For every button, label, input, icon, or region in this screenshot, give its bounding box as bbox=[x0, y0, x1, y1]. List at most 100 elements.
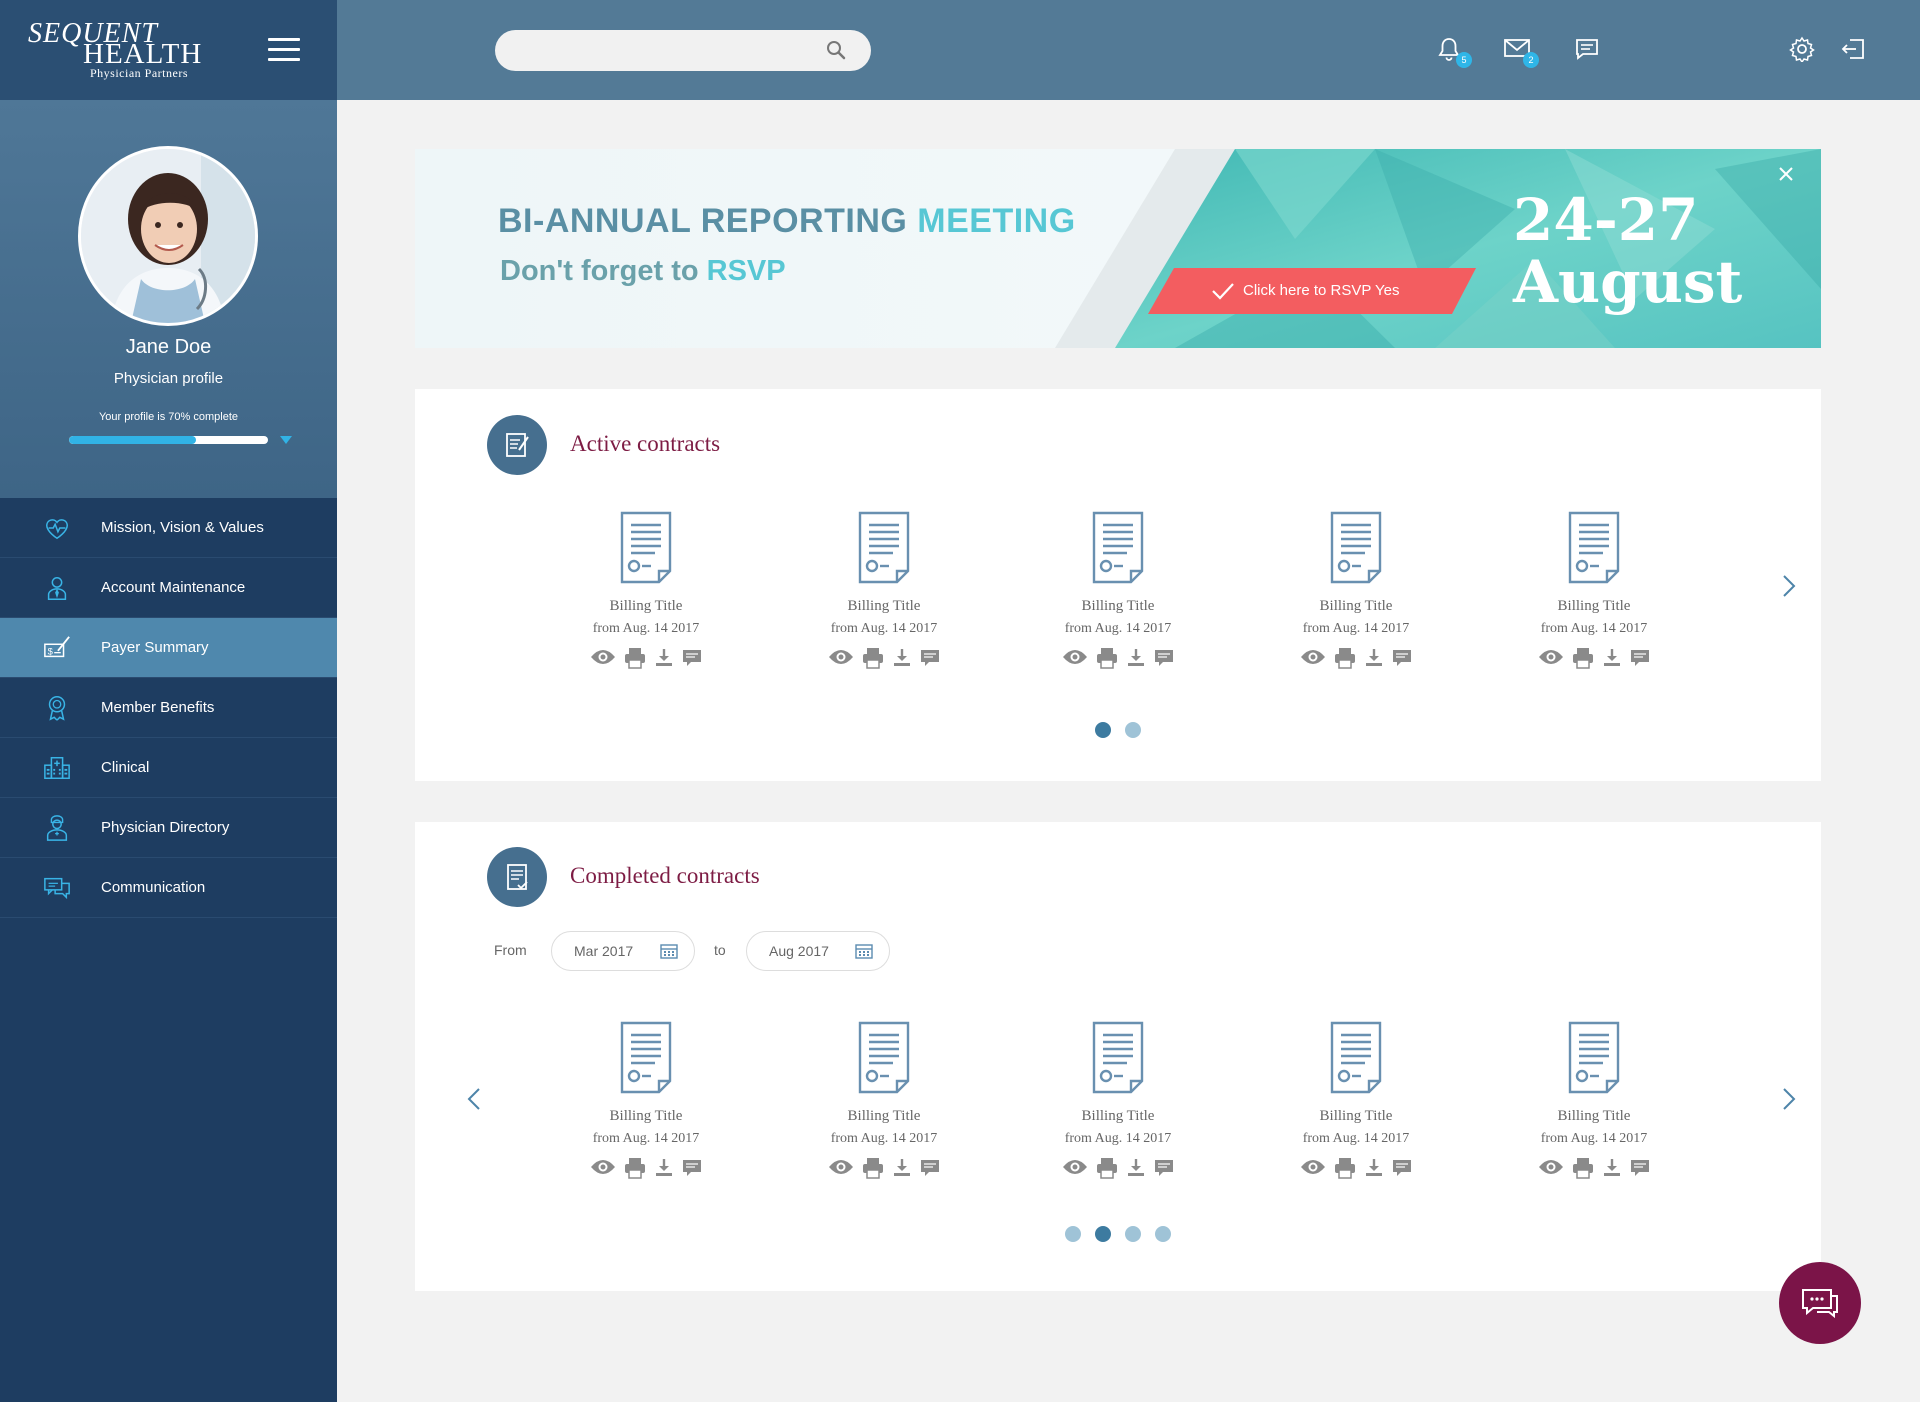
comment-icon[interactable] bbox=[1391, 647, 1413, 671]
print-icon[interactable] bbox=[1333, 1157, 1357, 1181]
logout-button[interactable] bbox=[1840, 36, 1870, 64]
contract-item[interactable]: Billing Title from Aug. 14 2017 bbox=[1296, 1020, 1416, 1181]
rsvp-button[interactable]: Click here to RSVP Yes bbox=[1148, 268, 1476, 314]
download-icon[interactable] bbox=[891, 647, 913, 671]
from-date-picker[interactable]: Mar 2017 bbox=[551, 931, 695, 971]
settings-button[interactable] bbox=[1789, 36, 1819, 64]
contract-actions bbox=[1058, 1157, 1178, 1181]
search-icon[interactable] bbox=[825, 39, 847, 61]
print-icon[interactable] bbox=[861, 1157, 885, 1181]
document-icon bbox=[620, 1021, 672, 1094]
download-icon[interactable] bbox=[1363, 1157, 1385, 1181]
print-icon[interactable] bbox=[1095, 1157, 1119, 1181]
document-icon bbox=[620, 511, 672, 584]
comment-icon bbox=[1576, 39, 1598, 60]
download-icon[interactable] bbox=[653, 1157, 675, 1181]
contract-item[interactable]: Billing Title from Aug. 14 2017 bbox=[1296, 510, 1416, 671]
print-icon[interactable] bbox=[623, 647, 647, 671]
view-icon[interactable] bbox=[1537, 1157, 1565, 1181]
print-icon[interactable] bbox=[1571, 1157, 1595, 1181]
download-icon[interactable] bbox=[1125, 1157, 1147, 1181]
menu-toggle-button[interactable] bbox=[268, 38, 300, 62]
to-date-picker[interactable]: Aug 2017 bbox=[746, 931, 890, 971]
from-date-value: Mar 2017 bbox=[574, 943, 634, 959]
notifications-button[interactable]: 5 bbox=[1436, 36, 1472, 68]
chat-bubbles-icon bbox=[44, 877, 70, 900]
search-input[interactable] bbox=[495, 30, 805, 71]
pagination-dot[interactable] bbox=[1125, 722, 1141, 738]
logo[interactable]: SEQUENT HEALTH Physician Partners bbox=[28, 18, 213, 80]
messages-button[interactable]: 2 bbox=[1503, 36, 1539, 68]
view-icon[interactable] bbox=[1537, 647, 1565, 671]
view-icon[interactable] bbox=[827, 647, 855, 671]
contract-item[interactable]: Billing Title from Aug. 14 2017 bbox=[1058, 510, 1178, 671]
contract-item[interactable]: Billing Title from Aug. 14 2017 bbox=[1058, 1020, 1178, 1181]
pagination-dot[interactable] bbox=[1125, 1226, 1141, 1242]
banner-title-highlight: MEETING bbox=[917, 202, 1076, 240]
contract-item[interactable]: Billing Title from Aug. 14 2017 bbox=[586, 1020, 706, 1181]
contract-item[interactable]: Billing Title from Aug. 14 2017 bbox=[1534, 510, 1654, 671]
view-icon[interactable] bbox=[827, 1157, 855, 1181]
document-icon bbox=[1092, 511, 1144, 584]
contract-date: from Aug. 14 2017 bbox=[1064, 1131, 1172, 1146]
sidebar-item-payer-summary[interactable]: $ Payer Summary bbox=[0, 618, 337, 678]
comment-icon[interactable] bbox=[1153, 1157, 1175, 1181]
chevron-left-icon[interactable] bbox=[464, 1084, 484, 1114]
view-icon[interactable] bbox=[1299, 1157, 1327, 1181]
download-icon[interactable] bbox=[653, 647, 675, 671]
comment-icon[interactable] bbox=[681, 1157, 703, 1181]
comment-icon[interactable] bbox=[919, 1157, 941, 1181]
view-icon[interactable] bbox=[589, 647, 617, 671]
chevron-right-icon[interactable] bbox=[1779, 571, 1799, 601]
print-icon[interactable] bbox=[623, 1157, 647, 1181]
comment-icon[interactable] bbox=[1153, 647, 1175, 671]
comment-icon[interactable] bbox=[1391, 1157, 1413, 1181]
contract-item[interactable]: Billing Title from Aug. 14 2017 bbox=[586, 510, 706, 671]
active-contracts-icon bbox=[487, 415, 547, 475]
avatar[interactable] bbox=[78, 146, 258, 326]
sidebar-item-member-benefits[interactable]: Member Benefits bbox=[0, 678, 337, 738]
download-icon[interactable] bbox=[1125, 647, 1147, 671]
comment-icon[interactable] bbox=[681, 647, 703, 671]
banner-subtitle-highlight: RSVP bbox=[706, 255, 786, 287]
document-icon bbox=[1092, 1021, 1144, 1094]
sidebar-item-clinical[interactable]: Clinical bbox=[0, 738, 337, 798]
download-icon[interactable] bbox=[1601, 647, 1623, 671]
profile-progress-fill bbox=[69, 436, 197, 444]
contract-item[interactable]: Billing Title from Aug. 14 2017 bbox=[1534, 1020, 1654, 1181]
comment-icon[interactable] bbox=[1629, 647, 1651, 671]
contract-date: from Aug. 14 2017 bbox=[1540, 621, 1648, 636]
profile-dropdown-caret[interactable] bbox=[280, 436, 292, 444]
download-icon[interactable] bbox=[1363, 647, 1385, 671]
view-icon[interactable] bbox=[1061, 1157, 1089, 1181]
comment-icon[interactable] bbox=[919, 647, 941, 671]
download-icon[interactable] bbox=[1601, 1157, 1623, 1181]
pagination-dot[interactable] bbox=[1095, 722, 1111, 738]
completed-contracts-pagination bbox=[415, 1226, 1821, 1242]
view-icon[interactable] bbox=[589, 1157, 617, 1181]
pagination-dot[interactable] bbox=[1065, 1226, 1081, 1242]
chat-fab-button[interactable] bbox=[1779, 1262, 1861, 1344]
pagination-dot[interactable] bbox=[1155, 1226, 1171, 1242]
view-icon[interactable] bbox=[1061, 647, 1089, 671]
chevron-right-icon[interactable] bbox=[1779, 1084, 1799, 1114]
print-icon[interactable] bbox=[1333, 647, 1357, 671]
contract-actions bbox=[1058, 647, 1178, 671]
contract-item[interactable]: Billing Title from Aug. 14 2017 bbox=[824, 510, 944, 671]
sidebar-item-account-maintenance[interactable]: Account Maintenance bbox=[0, 558, 337, 618]
contract-item[interactable]: Billing Title from Aug. 14 2017 bbox=[824, 1020, 944, 1181]
chat-button[interactable] bbox=[1574, 36, 1604, 64]
sidebar-item-mission-vision-values[interactable]: Mission, Vision & Values bbox=[0, 498, 337, 558]
view-icon[interactable] bbox=[1299, 647, 1327, 671]
contract-title: Billing Title bbox=[1557, 598, 1631, 614]
contract-date: from Aug. 14 2017 bbox=[1064, 621, 1172, 636]
download-icon[interactable] bbox=[891, 1157, 913, 1181]
close-icon[interactable] bbox=[1777, 165, 1795, 183]
print-icon[interactable] bbox=[1571, 647, 1595, 671]
pagination-dot[interactable] bbox=[1095, 1226, 1111, 1242]
comment-icon[interactable] bbox=[1629, 1157, 1651, 1181]
print-icon[interactable] bbox=[861, 647, 885, 671]
sidebar-item-physician-directory[interactable]: Physician Directory bbox=[0, 798, 337, 858]
print-icon[interactable] bbox=[1095, 647, 1119, 671]
sidebar-item-communication[interactable]: Communication bbox=[0, 858, 337, 918]
